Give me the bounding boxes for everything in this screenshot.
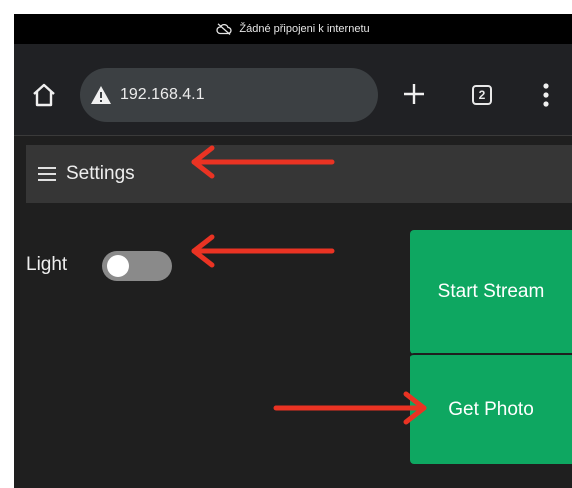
status-bar: Žádné připojeni k internetu [14, 14, 572, 44]
tab-count: 2 [478, 88, 486, 102]
cloud-off-icon [216, 23, 232, 35]
settings-label: Settings [66, 163, 135, 184]
tabs-icon[interactable]: 2 [472, 85, 492, 105]
hamburger-icon [38, 167, 56, 181]
start-stream-button[interactable]: Start Stream [410, 230, 572, 354]
address-bar[interactable]: 192.168.4.1 [80, 68, 378, 122]
annotation-arrow-settings [191, 145, 335, 179]
get-photo-label: Get Photo [448, 398, 534, 420]
browser-toolbar: 192.168.4.1 2 [14, 44, 572, 136]
toggle-knob [107, 255, 129, 277]
url-text: 192.168.4.1 [120, 86, 205, 103]
warning-icon [91, 86, 111, 104]
status-message: Žádné připojeni k internetu [239, 23, 370, 35]
annotation-arrow-light [191, 234, 335, 268]
annotation-arrow-get-photo [273, 391, 427, 425]
more-vert-icon[interactable] [542, 82, 550, 108]
light-toggle[interactable] [102, 251, 172, 281]
start-stream-label: Start Stream [437, 281, 545, 302]
light-label: Light [26, 254, 68, 275]
get-photo-button[interactable]: Get Photo [410, 353, 572, 464]
home-icon[interactable] [31, 82, 57, 108]
phone-screen: Žádné připojeni k internetu 192.168.4.1 … [14, 14, 572, 488]
plus-icon[interactable] [402, 82, 426, 106]
